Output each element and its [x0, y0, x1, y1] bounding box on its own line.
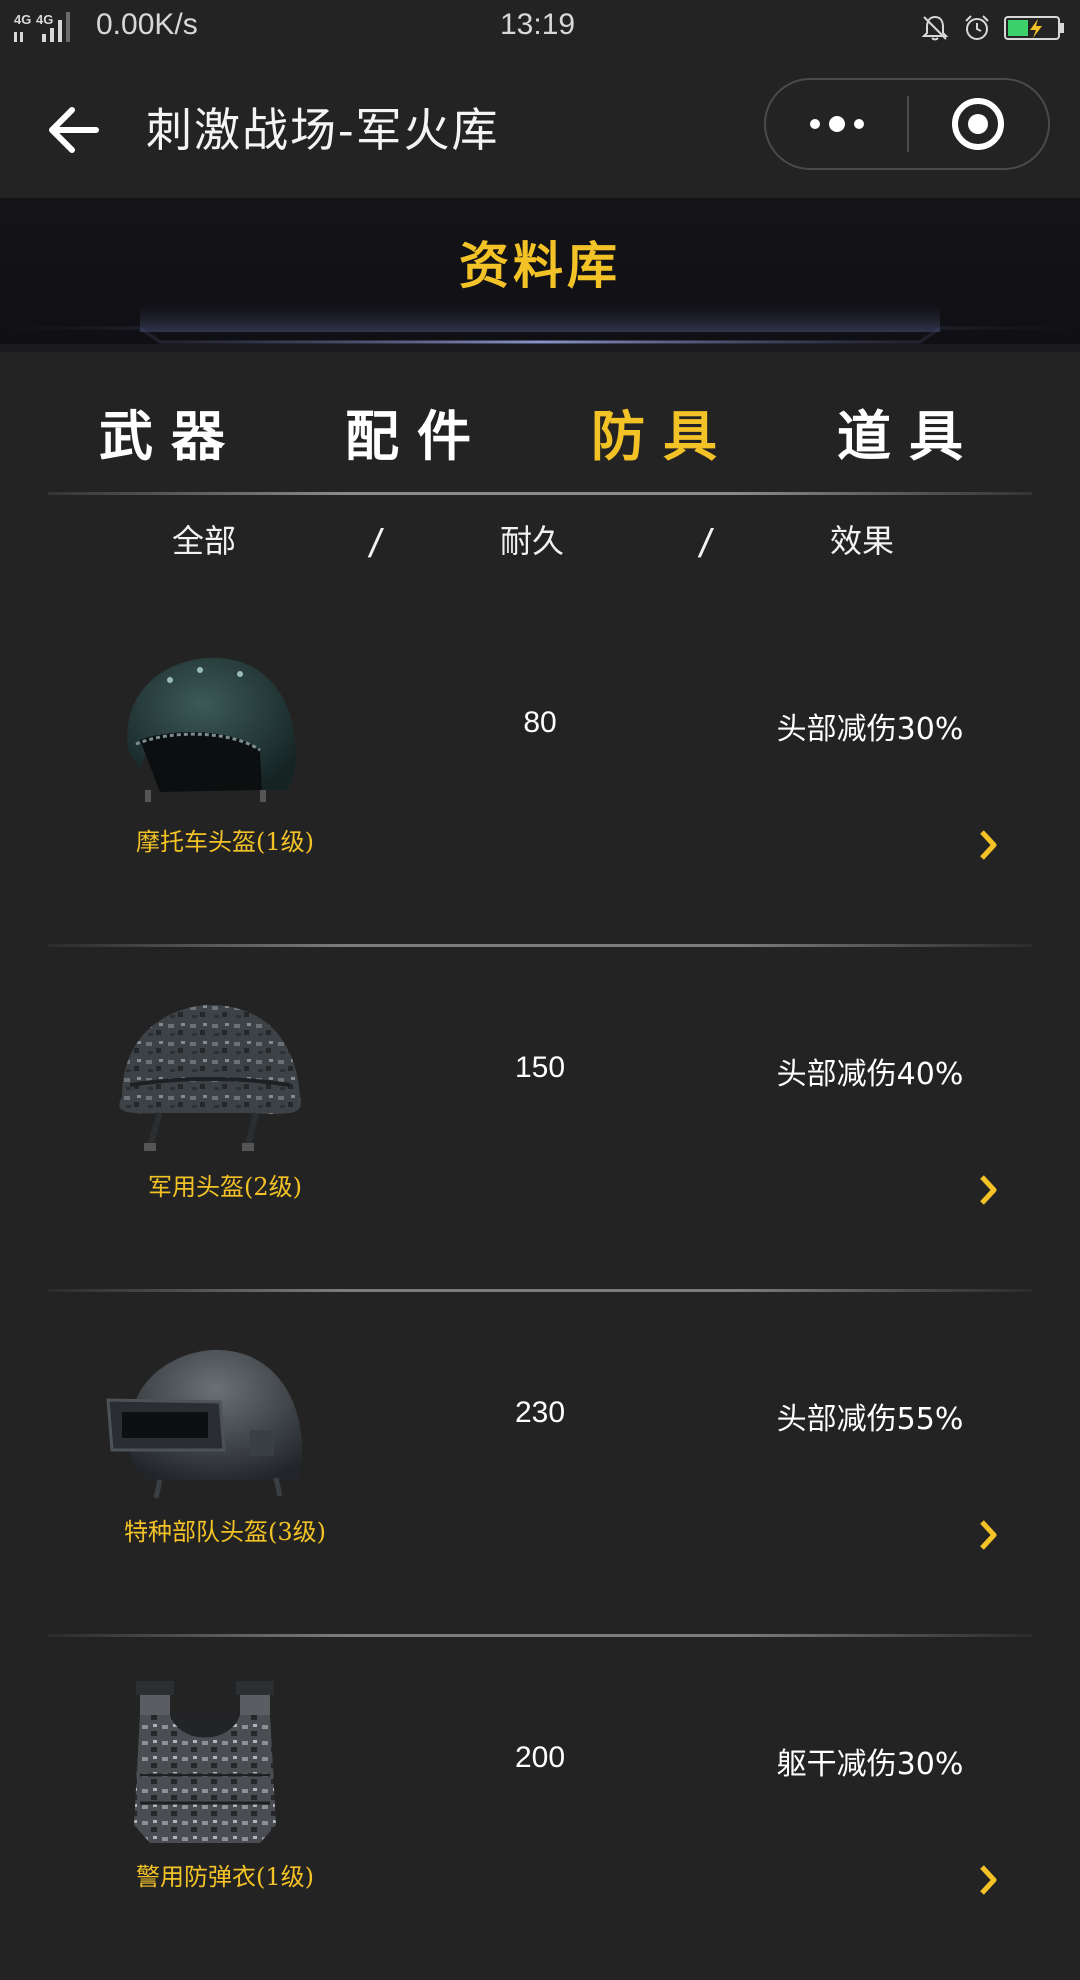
column-effect[interactable]: 效果 [830, 516, 894, 566]
alarm-icon [965, 15, 989, 40]
item-effect: 头部减伤40% [776, 1057, 964, 1092]
svg-text:4G: 4G [36, 12, 53, 27]
military-helmet-icon [119, 1005, 301, 1151]
item-effect: 躯干减伤30% [776, 1747, 964, 1782]
column-durability[interactable]: 耐久 [500, 516, 564, 566]
item-effect: 头部减伤55% [776, 1402, 964, 1437]
more-button[interactable] [766, 80, 907, 168]
network-speed: 0.00K/s [96, 8, 198, 41]
chevron-right-icon [980, 1865, 997, 1895]
arrow-left-icon[interactable] [44, 100, 104, 160]
police-vest-icon [134, 1681, 276, 1843]
chevron-right-icon [980, 830, 997, 860]
item-name: 特种部队头盔(3级) [124, 1518, 326, 1546]
close-button[interactable] [909, 80, 1048, 168]
nav-bar: 刺激战场-军火库 [0, 56, 1080, 198]
tab-weapons[interactable]: 武器 [48, 392, 294, 472]
item-name: 军用头盔(2级) [148, 1173, 302, 1201]
item-effect: 头部减伤30% [776, 712, 964, 747]
bell-off-icon [921, 15, 949, 41]
tab-items[interactable]: 道具 [786, 392, 1032, 472]
item-durability: 200 [514, 1741, 566, 1774]
chevron-right-icon [980, 1175, 997, 1205]
svg-text:4G: 4G [14, 12, 31, 27]
tab-armor[interactable]: 防具 [540, 392, 786, 472]
tab-attachments[interactable]: 配件 [294, 392, 540, 472]
item-name: 警用防弹衣(1级) [136, 1863, 314, 1891]
chevron-right-icon [980, 1520, 997, 1550]
banner-glow-decoration [0, 306, 1080, 352]
status-bar: 4G 4G 0.00K/s 13:19 [0, 0, 1080, 56]
motorcycle-helmet-icon [127, 657, 296, 802]
tabs-divider [48, 492, 1032, 495]
mini-program-capsule [764, 78, 1050, 170]
item-durability: 230 [514, 1396, 566, 1429]
column-all[interactable]: 全部 [172, 516, 236, 566]
signal-icon: 4G 4G [14, 12, 70, 42]
page-title: 刺激战场-军火库 [146, 103, 500, 157]
column-separator: / [696, 522, 716, 566]
list-item[interactable]: 警用防弹衣(1级) 200 躯干减伤30% [0, 1635, 1080, 1980]
clock-time: 13:19 [500, 8, 576, 41]
item-durability: 150 [514, 1051, 566, 1084]
list-item[interactable]: 特种部队头盔(3级) 230 头部减伤55% [0, 1290, 1080, 1637]
list-item[interactable]: 摩托车头盔(1级) 80 头部减伤30% [0, 600, 1080, 947]
banner: 资料库 [0, 198, 1080, 352]
more-dots-icon [809, 116, 864, 132]
item-durability: 80 [523, 706, 557, 739]
spetsnaz-helmet-icon [106, 1349, 303, 1499]
battery-charging-icon [1004, 16, 1064, 40]
banner-title: 资料库 [459, 237, 621, 295]
target-close-icon [952, 98, 1005, 150]
column-separator: / [366, 522, 386, 566]
item-name: 摩托车头盔(1级) [136, 828, 314, 856]
category-tabs: 武器 配件 防具 道具 [48, 392, 1032, 472]
list-item[interactable]: 军用头盔(2级) 150 头部减伤40% [0, 945, 1080, 1292]
